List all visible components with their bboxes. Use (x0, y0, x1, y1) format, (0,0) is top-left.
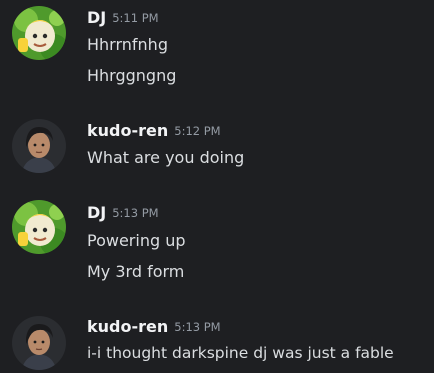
message-header: DJ 5:13 PM (87, 203, 159, 225)
message-header: kudo-ren 5:13 PM (87, 317, 221, 339)
timestamp: 5:13 PM (174, 320, 221, 334)
message-text: Powering up (87, 231, 186, 250)
username[interactable]: kudo-ren (87, 317, 168, 336)
message-header: kudo-ren 5:12 PM (87, 121, 221, 143)
timestamp: 5:12 PM (174, 124, 221, 138)
chat-message-list: DJ 5:11 PM Hhrrnfnhg Hhrggngng kudo-ren 5:… (0, 0, 434, 373)
username[interactable]: kudo-ren (87, 121, 168, 140)
message-text: i-i thought darkspine dj was just a fabl… (87, 344, 394, 362)
timestamp: 5:11 PM (112, 11, 159, 25)
message-text: What are you doing (87, 148, 245, 167)
message-header: DJ 5:11 PM (87, 8, 159, 30)
kudo-ren-avatar-icon[interactable] (12, 119, 66, 173)
message-text: Hhrrnfnhg (87, 35, 168, 54)
dj-avatar-icon[interactable] (12, 200, 66, 254)
message-text: My 3rd form (87, 262, 185, 281)
dj-avatar-icon[interactable] (12, 6, 66, 60)
message-text: Hhrggngng (87, 66, 177, 85)
username[interactable]: DJ (87, 8, 106, 27)
timestamp: 5:13 PM (112, 206, 159, 220)
kudo-ren-avatar-icon[interactable] (12, 316, 66, 370)
username[interactable]: DJ (87, 203, 106, 222)
